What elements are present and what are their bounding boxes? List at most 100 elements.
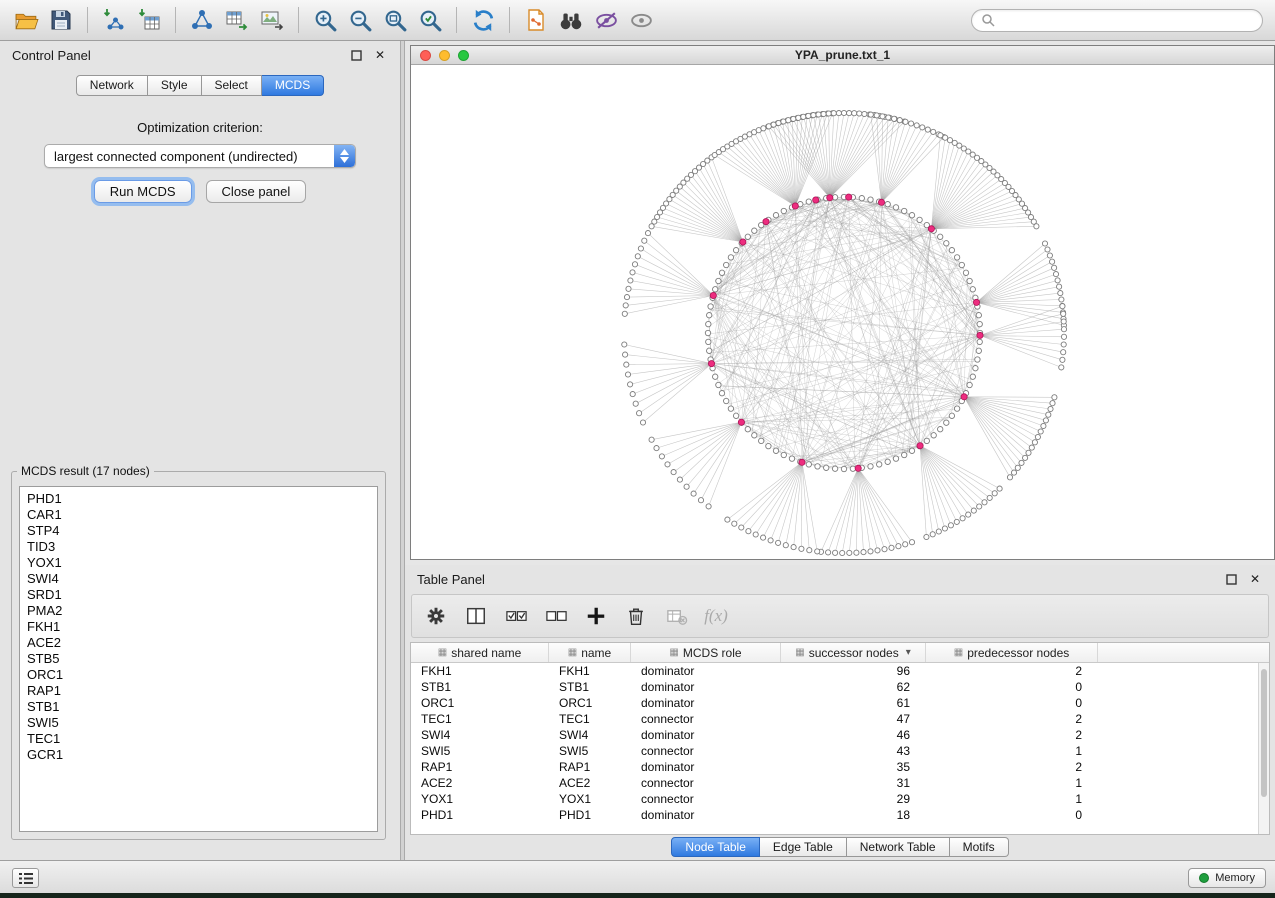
network-leaf-node[interactable]	[659, 454, 664, 459]
column-header-successor-nodes[interactable]: ▦successor nodes▾	[781, 643, 926, 662]
network-leaf-node[interactable]	[806, 113, 811, 118]
network-leaf-node[interactable]	[691, 491, 696, 496]
network-leaf-node[interactable]	[671, 470, 676, 475]
maximize-window-icon[interactable]	[458, 50, 469, 61]
network-node[interactable]	[967, 382, 972, 387]
network-hub-node[interactable]	[917, 443, 923, 449]
network-leaf-node[interactable]	[1041, 423, 1046, 428]
deselect-all-rows-button[interactable]	[544, 604, 568, 628]
delete-column-button[interactable]	[624, 604, 648, 628]
network-node[interactable]	[745, 427, 750, 432]
network-leaf-node[interactable]	[868, 112, 873, 117]
mcds-node-item[interactable]: ACE2	[20, 635, 377, 651]
network-leaf-node[interactable]	[930, 532, 935, 537]
table-row[interactable]: ORC1ORC1dominator610	[411, 695, 1258, 711]
network-leaf-node[interactable]	[791, 545, 796, 550]
network-node[interactable]	[975, 357, 980, 362]
network-node[interactable]	[909, 213, 914, 218]
network-leaf-node[interactable]	[896, 544, 901, 549]
network-hub-node[interactable]	[813, 197, 819, 203]
network-node[interactable]	[909, 448, 914, 453]
network-node[interactable]	[806, 462, 811, 467]
network-leaf-node[interactable]	[826, 550, 831, 555]
network-node[interactable]	[724, 398, 729, 403]
network-node[interactable]	[766, 443, 771, 448]
network-leaf-node[interactable]	[1038, 429, 1043, 434]
export-image-button[interactable]	[258, 6, 286, 34]
network-leaf-node[interactable]	[768, 538, 773, 543]
table-scrollbar[interactable]	[1258, 663, 1269, 834]
network-leaf-node[interactable]	[1047, 253, 1052, 258]
network-leaf-node[interactable]	[626, 286, 631, 291]
mcds-node-item[interactable]: SWI5	[20, 715, 377, 731]
tab-select[interactable]: Select	[202, 75, 262, 96]
network-leaf-node[interactable]	[1023, 455, 1028, 460]
network-leaf-node[interactable]	[645, 231, 650, 236]
table-tab-edge-table[interactable]: Edge Table	[760, 837, 847, 857]
network-node[interactable]	[938, 234, 943, 239]
network-leaf-node[interactable]	[807, 548, 812, 553]
network-node[interactable]	[781, 452, 786, 457]
network-node[interactable]	[824, 465, 829, 470]
network-node[interactable]	[745, 234, 750, 239]
network-leaf-node[interactable]	[925, 127, 930, 132]
hide-selected-button[interactable]	[592, 6, 620, 34]
clear-table-button[interactable]	[664, 604, 688, 628]
tab-network[interactable]: Network	[76, 75, 148, 96]
refresh-button[interactable]	[469, 6, 497, 34]
network-leaf-node[interactable]	[1061, 319, 1066, 324]
network-leaf-node[interactable]	[1032, 440, 1037, 445]
network-node[interactable]	[967, 278, 972, 283]
scrollbar-thumb[interactable]	[1261, 669, 1267, 797]
network-leaf-node[interactable]	[1059, 365, 1064, 370]
network-node[interactable]	[719, 391, 724, 396]
network-leaf-node[interactable]	[786, 118, 791, 123]
network-hub-node[interactable]	[855, 465, 861, 471]
close-control-panel-icon[interactable]: ✕	[372, 47, 388, 63]
network-node[interactable]	[724, 262, 729, 267]
network-leaf-node[interactable]	[914, 123, 919, 128]
network-node[interactable]	[893, 456, 898, 461]
network-node[interactable]	[970, 287, 975, 292]
network-hub-node[interactable]	[827, 195, 833, 201]
network-leaf-node[interactable]	[1050, 401, 1055, 406]
network-leaf-node[interactable]	[796, 115, 801, 120]
network-leaf-node[interactable]	[833, 550, 838, 555]
table-row[interactable]: SWI4SWI4dominator462	[411, 727, 1258, 743]
network-node[interactable]	[832, 466, 837, 471]
table-tab-network-table[interactable]: Network Table	[847, 837, 950, 857]
network-leaf-node[interactable]	[1061, 334, 1066, 339]
minimize-window-icon[interactable]	[439, 50, 450, 61]
network-hub-node[interactable]	[878, 199, 884, 205]
network-node[interactable]	[938, 427, 943, 432]
network-leaf-node[interactable]	[640, 420, 645, 425]
table-row[interactable]: PHD1PHD1dominator180	[411, 807, 1258, 823]
network-leaf-node[interactable]	[836, 111, 841, 116]
network-node[interactable]	[924, 438, 929, 443]
network-leaf-node[interactable]	[847, 111, 852, 116]
network-leaf-node[interactable]	[931, 129, 936, 134]
network-hub-node[interactable]	[961, 394, 967, 400]
mcds-node-item[interactable]: TEC1	[20, 731, 377, 747]
close-panel-button[interactable]: Close panel	[206, 180, 307, 203]
close-window-icon[interactable]	[420, 50, 431, 61]
zoom-fit-button[interactable]	[381, 6, 409, 34]
network-leaf-node[interactable]	[706, 504, 711, 509]
network-leaf-node[interactable]	[1042, 241, 1047, 246]
network-node[interactable]	[902, 452, 907, 457]
network-node[interactable]	[706, 321, 711, 326]
mcds-node-item[interactable]: STP4	[20, 523, 377, 539]
table-row[interactable]: FKH1FKH1dominator962	[411, 663, 1258, 679]
mcds-node-item[interactable]: FKH1	[20, 619, 377, 635]
show-columns-button[interactable]	[464, 604, 488, 628]
column-header-shared-name[interactable]: ▦shared name	[411, 643, 549, 662]
network-hub-node[interactable]	[740, 239, 746, 245]
network-node[interactable]	[859, 196, 864, 201]
network-canvas[interactable]	[411, 65, 1274, 559]
network-leaf-node[interactable]	[1060, 304, 1065, 309]
network-node[interactable]	[713, 287, 718, 292]
network-node[interactable]	[773, 448, 778, 453]
network-leaf-node[interactable]	[909, 121, 914, 126]
network-node[interactable]	[976, 348, 981, 353]
network-leaf-node[interactable]	[1026, 450, 1031, 455]
